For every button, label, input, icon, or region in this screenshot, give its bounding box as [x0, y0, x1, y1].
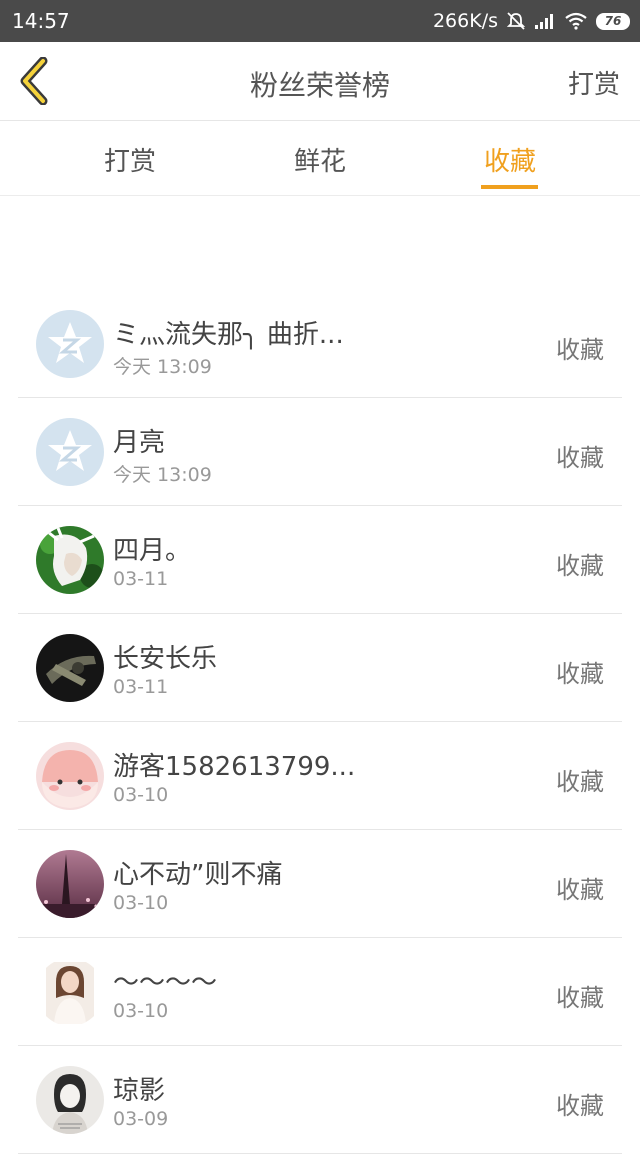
tab-bar: 打赏 鲜花 收藏 — [0, 121, 640, 196]
list-item[interactable]: 月亮 今天 13:09 收藏 — [18, 398, 622, 506]
user-name: 四月。 — [113, 536, 192, 566]
user-name: 心不动”则不痛 — [113, 860, 283, 890]
mute-icon — [506, 11, 526, 31]
favorite-label: 收藏 — [556, 768, 604, 796]
list-item[interactable]: 心不动”则不痛 03-10 收藏 — [18, 830, 622, 938]
favorite-label: 收藏 — [556, 1092, 604, 1120]
favorite-label: 收藏 — [556, 444, 604, 472]
status-icons: 266K/s 76 — [433, 8, 630, 34]
list-item[interactable]: ミ灬流失那╮ 曲折... 今天 13:09 收藏 — [18, 290, 622, 398]
user-name: 长安长乐 — [113, 644, 218, 674]
list-item[interactable]: 长安长乐 03-11 收藏 — [18, 614, 622, 722]
tower-photo-avatar — [36, 850, 104, 918]
list-item[interactable]: 游客1582613799... 03-10 收藏 — [18, 722, 622, 830]
user-time: 03-10 — [113, 892, 169, 914]
favorite-label: 收藏 — [556, 552, 604, 580]
favorite-label: 收藏 — [556, 876, 604, 904]
girl-photo-avatar — [36, 958, 104, 1026]
user-time: 03-09 — [113, 1108, 169, 1130]
user-name: 游客1582613799... — [113, 752, 356, 782]
anime-avatar — [36, 526, 104, 594]
network-speed: 266K/s — [432, 10, 498, 32]
wifi-icon — [564, 12, 588, 30]
user-name: ～～～～ — [113, 968, 218, 998]
user-time: 03-11 — [113, 568, 169, 590]
status-time: 14:57 — [12, 9, 70, 33]
favorite-label: 收藏 — [556, 336, 604, 364]
user-time: 03-10 — [113, 1000, 169, 1022]
sketch-avatar — [36, 1066, 104, 1134]
reward-button[interactable]: 打赏 — [568, 64, 620, 101]
dark-photo-avatar — [36, 634, 104, 702]
app-header: 粉丝荣誉榜 打赏 — [0, 42, 640, 121]
user-time: 03-10 — [113, 784, 169, 806]
user-name: ミ灬流失那╮ 曲折... — [113, 320, 344, 350]
list-item[interactable]: 四月。 03-11 收藏 — [18, 506, 622, 614]
tab-reward[interactable]: 打赏 — [70, 141, 190, 178]
favorite-label: 收藏 — [556, 984, 604, 1012]
list-item[interactable]: ～～～～ 03-10 收藏 — [18, 938, 622, 1046]
battery-icon: 76 — [596, 12, 630, 30]
favorite-label: 收藏 — [556, 660, 604, 688]
pink-cartoon-avatar — [36, 742, 104, 810]
tab-favorites[interactable]: 收藏 — [450, 141, 570, 178]
signal-icon — [534, 12, 556, 30]
active-tab-indicator — [481, 185, 538, 189]
page-title: 粉丝荣誉榜 — [249, 69, 390, 102]
user-time: 今天 13:09 — [113, 464, 212, 486]
default-star-avatar — [36, 310, 104, 378]
user-time: 03-11 — [113, 676, 169, 698]
default-star-avatar — [36, 418, 104, 486]
status-bar: 14:57 266K/s 76 — [0, 0, 640, 42]
user-name: 月亮 — [113, 428, 166, 458]
user-name: 琼影 — [113, 1076, 166, 1106]
user-time: 今天 13:09 — [113, 356, 212, 378]
tab-flowers[interactable]: 鲜花 — [260, 141, 380, 178]
fan-list: ミ灬流失那╮ 曲折... 今天 13:09 收藏 月亮 今天 13:09 收藏 — [18, 290, 622, 1154]
